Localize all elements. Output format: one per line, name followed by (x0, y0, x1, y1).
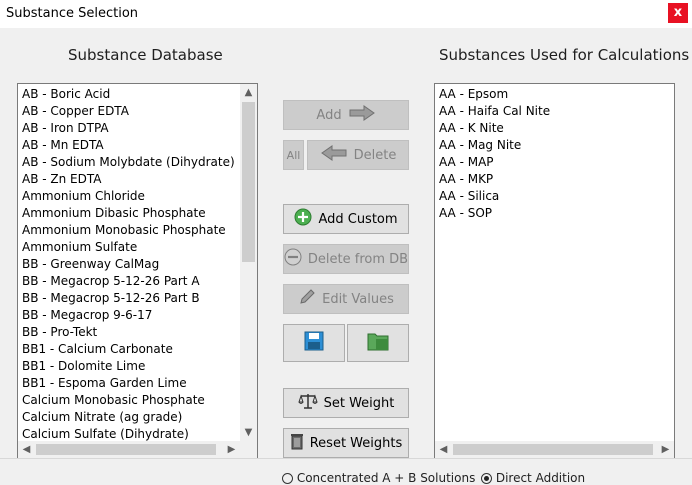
left-horizontal-scrollbar[interactable]: ◀ ▶ (18, 441, 257, 458)
right-hscroll-thumb[interactable] (453, 444, 653, 455)
list-item[interactable]: Ammonium Sulfate (22, 239, 237, 256)
edit-values-button[interactable]: Edit Values (283, 284, 409, 314)
direct-addition-option[interactable]: Direct Addition (481, 471, 585, 485)
list-item[interactable]: BB - Pro-Tekt (22, 324, 237, 341)
delete-from-db-label: Delete from DB (307, 251, 409, 267)
list-item[interactable]: AB - Boric Acid (22, 86, 237, 103)
list-item[interactable]: AA - Silica (439, 188, 654, 205)
arrow-left-icon (320, 145, 348, 165)
scale-icon (297, 392, 318, 414)
folder-icon (367, 331, 389, 355)
reset-weights-label: Reset Weights (309, 435, 403, 451)
all-label: All (286, 148, 301, 162)
concentrated-ab-label: Concentrated A + B Solutions (296, 471, 476, 485)
list-item[interactable]: AB - Zn EDTA (22, 171, 237, 188)
list-item[interactable]: Calcium Nitrate (ag grade) (22, 409, 237, 426)
reset-weights-button[interactable]: Reset Weights (283, 428, 409, 458)
list-item[interactable]: BB1 - Calcium Carbonate (22, 341, 237, 358)
left-hscroll-thumb[interactable] (36, 444, 216, 455)
list-item[interactable]: AA - SOP (439, 205, 654, 222)
delete-label: Delete (353, 147, 397, 163)
scroll-right-icon[interactable]: ▶ (657, 441, 674, 458)
add-button[interactable]: Add (283, 100, 409, 130)
list-item[interactable]: AA - K Nite (439, 120, 654, 137)
list-item[interactable]: BB - Megacrop 5-12-26 Part B (22, 290, 237, 307)
substance-database-list[interactable]: AB - Boric Acid AB - Copper EDTA AB - Iron… (17, 83, 258, 459)
pencil-icon (298, 288, 316, 310)
list-item[interactable]: AA - Mag Nite (439, 137, 654, 154)
add-custom-label: Add Custom (318, 211, 398, 227)
delete-button[interactable]: Delete (307, 140, 409, 170)
concentrated-ab-option[interactable]: Concentrated A + B Solutions (282, 471, 475, 485)
close-button[interactable]: x (668, 3, 688, 23)
list-item[interactable]: AA - MAP (439, 154, 654, 171)
dialog-bottom-edge (0, 458, 692, 459)
open-folder-button[interactable] (347, 324, 409, 362)
list-item[interactable]: BB - Megacrop 9-6-17 (22, 307, 237, 324)
list-item[interactable]: BB - Greenway CalMag (22, 256, 237, 273)
save-button[interactable] (283, 324, 345, 362)
right-horizontal-scrollbar[interactable]: ◀ ▶ (435, 441, 674, 458)
floppy-disk-icon (304, 331, 324, 355)
list-item[interactable]: Calcium Monobasic Phosphate (22, 392, 237, 409)
substances-used-list[interactable]: AA - Epsom AA - Haifa Cal Nite AA - K Nite… (434, 83, 675, 459)
list-item[interactable]: AB - Sodium Molybdate (Dihydrate) (22, 154, 237, 171)
list-item[interactable]: AA - Haifa Cal Nite (439, 103, 654, 120)
list-item[interactable]: BB1 - Espoma Garden Lime (22, 375, 237, 392)
list-item[interactable]: BB - Megacrop 5-12-26 Part A (22, 273, 237, 290)
substances-used-heading: Substances Used for Calculations (439, 46, 690, 64)
list-item[interactable]: Ammonium Chloride (22, 188, 237, 205)
window-title: Substance Selection (6, 6, 139, 21)
left-scroll-thumb[interactable] (242, 102, 255, 262)
list-item[interactable]: AB - Copper EDTA (22, 103, 237, 120)
list-item[interactable]: BB1 - Dolomite Lime (22, 358, 237, 375)
list-item[interactable]: Ammonium Monobasic Phosphate (22, 222, 237, 239)
radio-direct-addition[interactable] (481, 473, 492, 484)
minus-circle-icon (284, 248, 302, 270)
scroll-right-icon[interactable]: ▶ (223, 441, 240, 458)
scroll-down-icon[interactable]: ▼ (240, 424, 257, 441)
list-item[interactable]: AB - Mn EDTA (22, 137, 237, 154)
set-weight-label: Set Weight (323, 395, 395, 411)
add-custom-button[interactable]: Add Custom (283, 204, 409, 234)
arrow-right-icon (348, 105, 376, 125)
substance-database-heading: Substance Database (68, 46, 223, 64)
radio-concentrated[interactable] (282, 473, 293, 484)
direct-addition-label: Direct Addition (495, 471, 586, 485)
list-item[interactable]: AA - Epsom (439, 86, 654, 103)
edit-values-label: Edit Values (322, 291, 394, 307)
all-button[interactable]: All (283, 140, 304, 170)
list-item[interactable]: AB - Iron DTPA (22, 120, 237, 137)
delete-from-db-button[interactable]: Delete from DB (283, 244, 409, 274)
scroll-left-icon[interactable]: ◀ (18, 441, 35, 458)
add-label: Add (316, 107, 342, 123)
trash-can-icon (290, 432, 304, 454)
substance-database-items: AB - Boric Acid AB - Copper EDTA AB - Iron… (22, 86, 237, 443)
list-item[interactable]: Ammonium Dibasic Phosphate (22, 205, 237, 222)
scroll-left-icon[interactable]: ◀ (435, 441, 452, 458)
scroll-up-icon[interactable]: ▲ (240, 84, 257, 101)
left-vertical-scrollbar[interactable]: ▲ ▼ (240, 84, 257, 441)
set-weight-button[interactable]: Set Weight (283, 388, 409, 418)
substances-used-items: AA - Epsom AA - Haifa Cal Nite AA - K Nite… (439, 86, 654, 222)
list-item[interactable]: AA - MKP (439, 171, 654, 188)
plus-circle-icon (294, 208, 312, 230)
